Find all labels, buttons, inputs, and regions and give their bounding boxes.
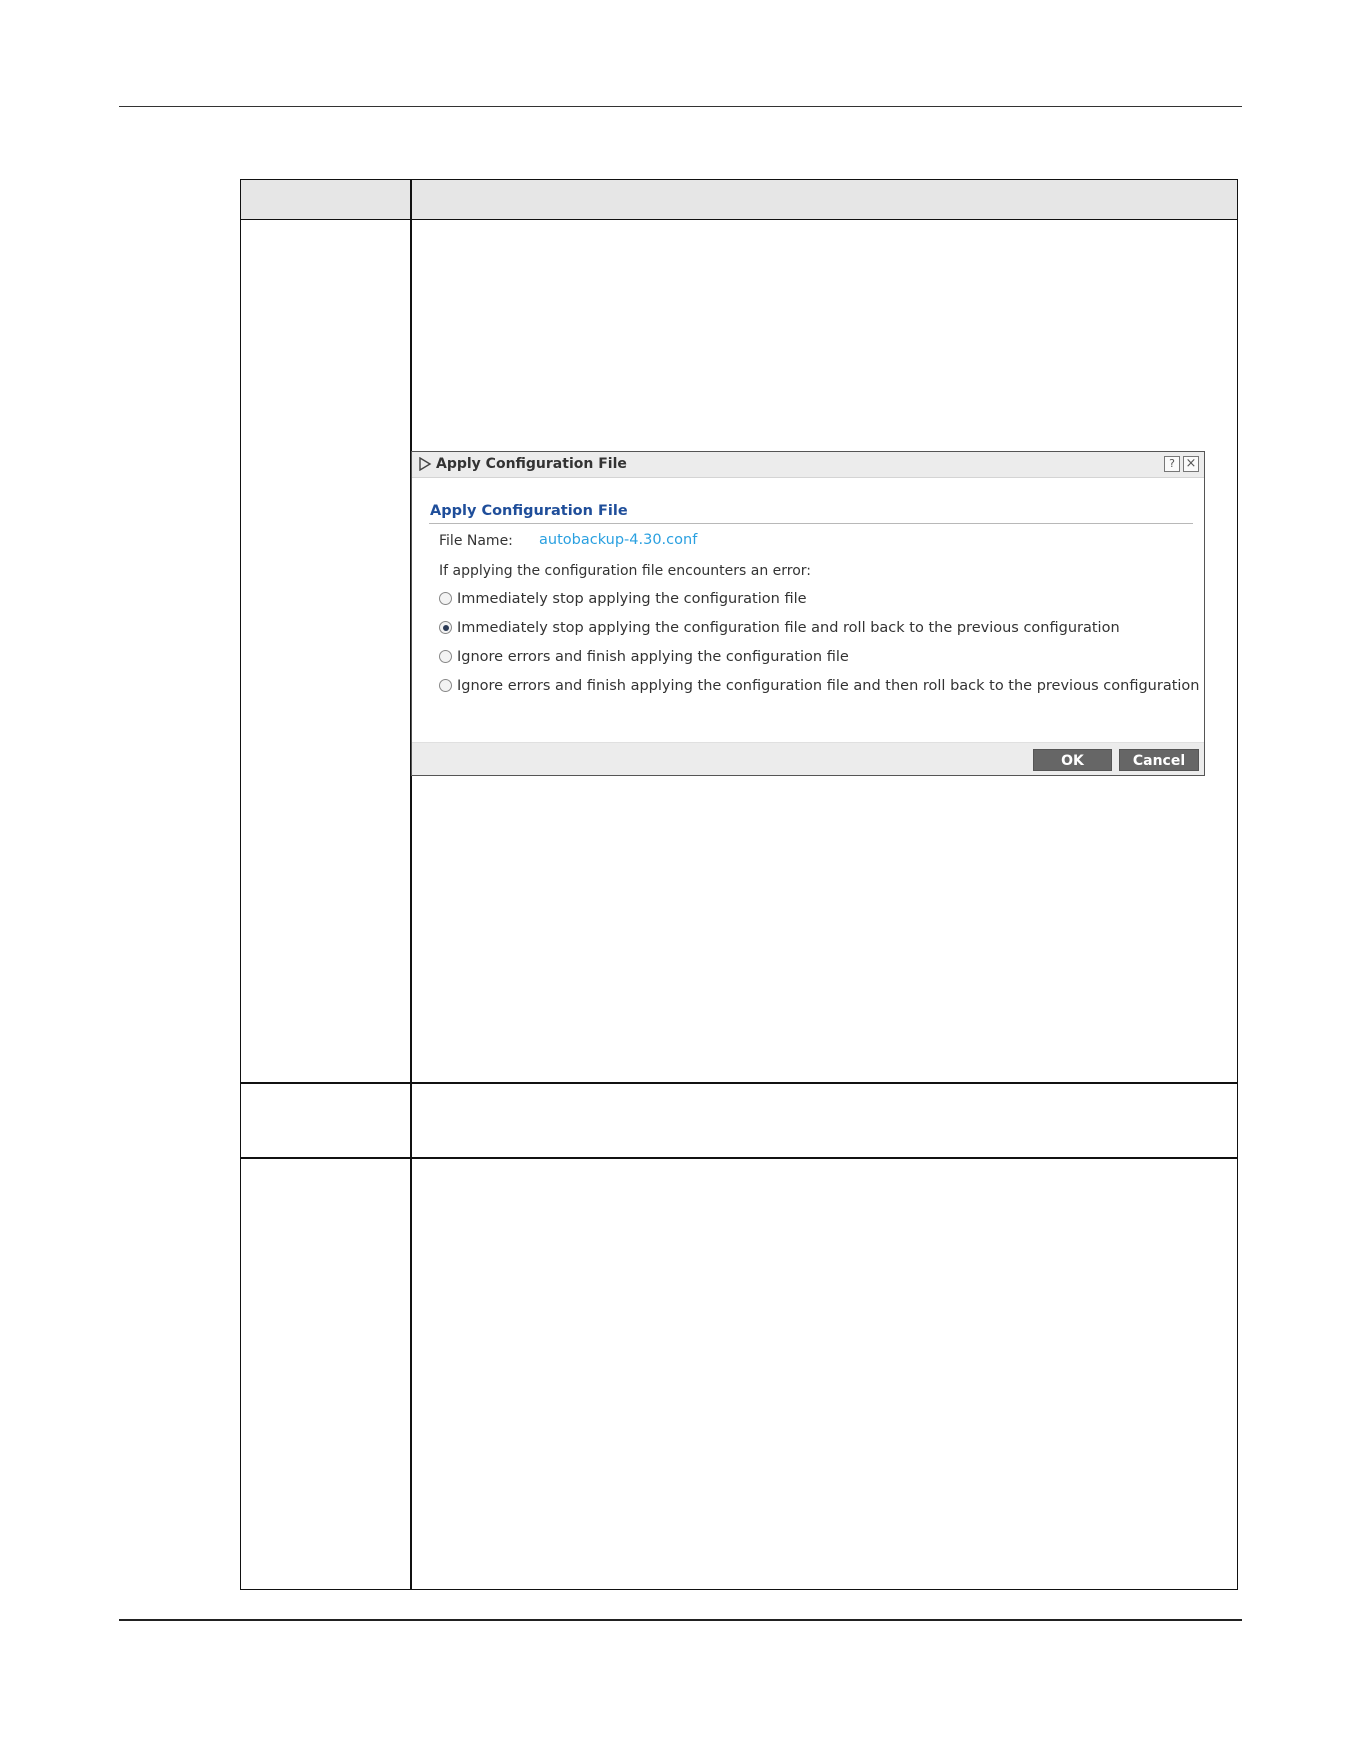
row-divider-1 [241, 1082, 1237, 1084]
description-table [240, 179, 1238, 1590]
radio-option-ignore[interactable]: Ignore errors and finish applying the co… [439, 649, 849, 665]
radio-label: Immediately stop applying the configurat… [457, 591, 807, 607]
table-header-row [241, 180, 1237, 220]
triangle-right-icon [419, 457, 432, 471]
radio-button[interactable] [439, 650, 452, 663]
ok-button[interactable]: OK [1033, 749, 1112, 771]
header-rule [119, 106, 1242, 107]
close-icon[interactable]: × [1183, 456, 1199, 472]
radio-button-selected[interactable] [439, 621, 452, 634]
footer-rule [119, 1619, 1242, 1621]
radio-option-ignore-rollback[interactable]: Ignore errors and finish applying the co… [439, 678, 1200, 694]
help-icon[interactable]: ? [1164, 456, 1180, 472]
radio-button[interactable] [439, 592, 452, 605]
column-divider [410, 180, 412, 1589]
row-divider-2 [241, 1157, 1237, 1159]
dialog-title: Apply Configuration File [436, 456, 627, 472]
section-divider [429, 523, 1193, 524]
radio-option-stop[interactable]: Immediately stop applying the configurat… [439, 591, 807, 607]
radio-label: Ignore errors and finish applying the co… [457, 649, 849, 665]
radio-label: Ignore errors and finish applying the co… [457, 678, 1200, 694]
dialog-footer: OK Cancel [412, 742, 1204, 775]
radio-button[interactable] [439, 679, 452, 692]
file-name-value: autobackup-4.30.conf [539, 532, 698, 548]
radio-option-stop-rollback[interactable]: Immediately stop applying the configurat… [439, 620, 1120, 636]
radio-label: Immediately stop applying the configurat… [457, 620, 1120, 636]
error-question-label: If applying the configuration file encou… [439, 563, 812, 579]
section-title: Apply Configuration File [430, 503, 628, 519]
cancel-button[interactable]: Cancel [1119, 749, 1199, 771]
apply-configuration-dialog: Apply Configuration File ? × Apply Confi… [411, 451, 1205, 776]
dialog-titlebar: Apply Configuration File ? × [412, 452, 1204, 478]
file-name-label: File Name: [439, 533, 513, 549]
